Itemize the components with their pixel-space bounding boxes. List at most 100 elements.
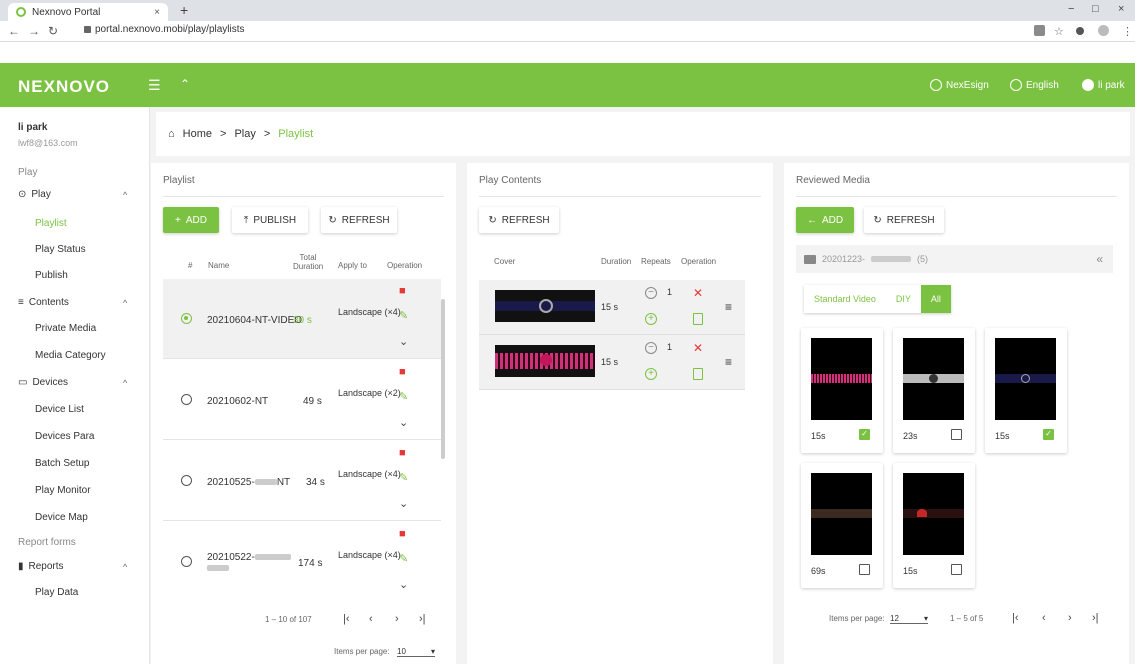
list-toggle-icon[interactable]: ☰ <box>148 77 161 94</box>
star-icon[interactable]: ☆ <box>1054 25 1065 38</box>
user-menu[interactable]: li park <box>1082 79 1125 91</box>
remove-icon[interactable]: ✕ <box>693 341 703 355</box>
breadcrumb-play[interactable]: Play <box>234 128 255 140</box>
refresh-media-button[interactable]: ↻ REFRESH <box>864 207 944 233</box>
table-row[interactable]: 20210604-NT-VIDEO 30 s Landscape (×4) ■ … <box>163 279 441 359</box>
sidebar-item-batch-setup[interactable]: Batch Setup <box>35 458 89 469</box>
add-media-button[interactable]: ← ADD <box>796 207 854 233</box>
increase-icon[interactable]: + <box>645 368 657 380</box>
sidebar-item-play-status[interactable]: Play Status <box>35 244 86 255</box>
edit-icon[interactable]: ✎ <box>399 392 408 403</box>
extensions-icon[interactable] <box>1076 27 1084 35</box>
breadcrumb-home[interactable]: Home <box>183 128 212 140</box>
next-page-icon[interactable]: › <box>1068 612 1072 624</box>
sidebar-group-play[interactable]: ⊙ Play ^ <box>18 189 127 200</box>
media-card[interactable]: 15s <box>893 463 975 588</box>
items-per-page-select[interactable]: 10 ▾ <box>397 647 435 657</box>
chevron-down-icon[interactable]: ⌄ <box>399 418 408 429</box>
table-row[interactable]: 20210602-NT 49 s Landscape (×2) ■ ✎ ⌄ <box>163 360 441 440</box>
refresh-playlist-button[interactable]: ↻ REFRESH <box>321 207 397 233</box>
decrease-icon[interactable]: − <box>645 287 657 299</box>
delete-icon[interactable]: ■ <box>399 529 406 540</box>
collapse-double-icon[interactable]: « <box>1096 252 1103 266</box>
media-card[interactable]: 23s <box>893 328 975 453</box>
menu-kebab-icon[interactable]: ⋮ <box>1122 25 1133 38</box>
row-radio[interactable] <box>181 394 192 405</box>
forward-icon[interactable]: → <box>28 24 40 38</box>
media-checkbox[interactable]: ✓ <box>859 429 870 440</box>
scrollbar[interactable] <box>441 299 445 459</box>
decrease-icon[interactable]: − <box>645 342 657 354</box>
increase-icon[interactable]: + <box>645 313 657 325</box>
table-row[interactable]: 20210522- 174 s Landscape (×4) ■ ✎ ⌄ <box>163 522 441 602</box>
first-page-icon[interactable]: |‹ <box>343 613 350 625</box>
copy-icon[interactable] <box>693 313 703 325</box>
new-tab-button[interactable]: + <box>180 2 188 18</box>
sidebar-item-media-category[interactable]: Media Category <box>35 350 106 361</box>
filter-all[interactable]: All <box>920 285 951 313</box>
delete-icon[interactable]: ■ <box>399 448 406 459</box>
drag-handle-icon[interactable]: ≡ <box>725 300 732 314</box>
sidebar-item-private-media[interactable]: Private Media <box>35 323 96 334</box>
row-radio[interactable] <box>181 556 192 567</box>
minimize-button[interactable]: − <box>1068 3 1074 15</box>
add-playlist-button[interactable]: + ADD <box>163 207 219 233</box>
chevron-down-icon[interactable]: ⌄ <box>399 580 408 591</box>
back-icon[interactable]: ← <box>8 24 20 38</box>
prev-page-icon[interactable]: ‹ <box>1042 612 1046 624</box>
publish-button[interactable]: ⤒ PUBLISH <box>232 207 308 233</box>
row-radio[interactable] <box>181 313 192 324</box>
last-page-icon[interactable]: ›| <box>419 613 426 625</box>
sidebar-item-devices-para[interactable]: Devices Para <box>35 431 94 442</box>
media-checkbox[interactable]: ✓ <box>1043 429 1054 440</box>
chevron-down-icon[interactable]: ⌄ <box>399 337 408 348</box>
media-checkbox[interactable] <box>859 564 870 575</box>
maximize-button[interactable]: □ <box>1092 3 1099 15</box>
collapse-icon[interactable]: ⌃ <box>180 77 190 91</box>
sidebar-item-device-list[interactable]: Device List <box>35 404 84 415</box>
sidebar-item-play-data[interactable]: Play Data <box>35 587 78 598</box>
sidebar-item-play-monitor[interactable]: Play Monitor <box>35 485 91 496</box>
reload-icon[interactable]: ↻ <box>48 24 58 38</box>
first-page-icon[interactable]: |‹ <box>1012 612 1019 624</box>
nexesign-link[interactable]: NexEsign <box>930 79 989 91</box>
sidebar-group-contents[interactable]: ≡ Contents ^ <box>18 297 127 308</box>
filter-standard-video[interactable]: Standard Video <box>804 285 886 313</box>
browser-tab[interactable]: Nexnovo Portal × <box>8 3 168 21</box>
table-row[interactable]: 20210525- NT 34 s Landscape (×4) ■ ✎ ⌄ <box>163 441 441 521</box>
chevron-down-icon[interactable]: ⌄ <box>399 499 408 510</box>
delete-icon[interactable]: ■ <box>399 286 406 297</box>
last-page-icon[interactable]: ›| <box>1092 612 1099 624</box>
profile-icon[interactable] <box>1098 25 1109 36</box>
url-field[interactable]: portal.nexnovo.mobi/play/playlists <box>84 24 245 35</box>
media-card[interactable]: 15s ✓ <box>985 328 1067 453</box>
remove-icon[interactable]: ✕ <box>693 286 703 300</box>
translate-icon[interactable] <box>1034 25 1045 36</box>
delete-icon[interactable]: ■ <box>399 367 406 378</box>
next-page-icon[interactable]: › <box>395 613 399 625</box>
content-row[interactable]: 15 s − 1 + ✕ ≡ <box>479 335 745 390</box>
sidebar-item-device-map[interactable]: Device Map <box>35 512 88 523</box>
media-card[interactable]: 15s ✓ <box>801 328 883 453</box>
folder-row[interactable]: 20201223- (5) « <box>796 245 1113 273</box>
media-checkbox[interactable] <box>951 564 962 575</box>
prev-page-icon[interactable]: ‹ <box>369 613 373 625</box>
edit-icon[interactable]: ✎ <box>399 473 408 484</box>
refresh-contents-button[interactable]: ↻ REFRESH <box>479 207 559 233</box>
sidebar-item-playlist[interactable]: Playlist <box>35 218 67 229</box>
edit-icon[interactable]: ✎ <box>399 311 408 322</box>
filter-diy[interactable]: DIY <box>886 285 921 313</box>
tab-close-icon[interactable]: × <box>154 7 160 18</box>
media-card[interactable]: 69s <box>801 463 883 588</box>
sidebar-item-publish[interactable]: Publish <box>35 270 68 281</box>
media-checkbox[interactable] <box>951 429 962 440</box>
row-radio[interactable] <box>181 475 192 486</box>
drag-handle-icon[interactable]: ≡ <box>725 355 732 369</box>
items-per-page-select[interactable]: 12 ▾ <box>890 614 928 624</box>
edit-icon[interactable]: ✎ <box>399 554 408 565</box>
sidebar-group-reports[interactable]: ▮ Reports ^ <box>18 561 127 572</box>
window-close-button[interactable]: × <box>1118 3 1124 15</box>
content-row[interactable]: 15 s − 1 + ✕ ≡ <box>479 280 745 335</box>
language-selector[interactable]: English <box>1010 79 1059 91</box>
copy-icon[interactable] <box>693 368 703 380</box>
